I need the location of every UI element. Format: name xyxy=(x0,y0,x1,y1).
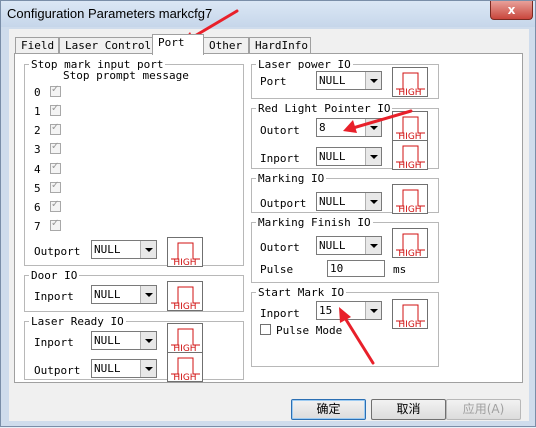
tab-port[interactable]: Port xyxy=(152,34,204,55)
arrow-to-inport-value xyxy=(343,316,375,365)
arrow-to-outort-value xyxy=(351,109,413,130)
config-window: Configuration Parameters markcfg7 x Fiel… xyxy=(0,0,536,427)
arrowhead-icon xyxy=(343,120,357,133)
annotation-arrows xyxy=(179,9,413,365)
